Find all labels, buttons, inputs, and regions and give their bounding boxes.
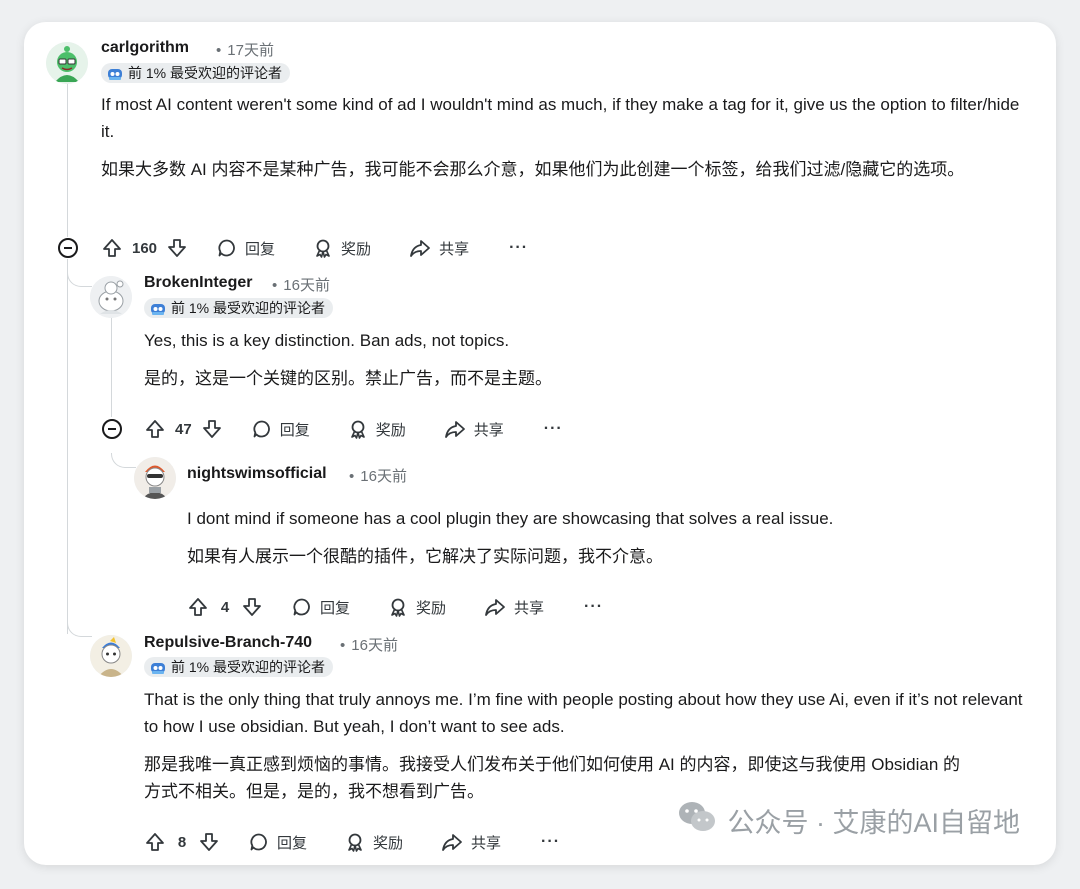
comment-body-zh: 那是我唯一真正感到烦恼的事情。我接受人们发布关于他们如何使用 AI 的内容，即使…: [144, 755, 961, 801]
comment-action-bar: 8 回复 奖励 共享 ···: [145, 828, 560, 856]
upvote-icon[interactable]: [188, 597, 208, 617]
more-options-button[interactable]: ···: [509, 239, 528, 257]
thread-connector: [67, 272, 92, 287]
comment-timestamp: • 16天前: [340, 637, 398, 654]
comment-bubble-icon: [249, 832, 269, 852]
award-ribbon-icon: [348, 419, 368, 439]
upvote-icon[interactable]: [145, 419, 165, 439]
reply-button[interactable]: 回复: [292, 597, 350, 618]
downvote-icon[interactable]: [199, 832, 219, 852]
award-ribbon-icon: [388, 597, 408, 617]
collapse-minus-icon[interactable]: [102, 419, 122, 439]
share-arrow-icon: [484, 597, 506, 617]
avatar[interactable]: [46, 42, 88, 84]
thread-connector: [111, 453, 136, 468]
reply-button[interactable]: 回复: [252, 419, 310, 440]
upvote-icon[interactable]: [102, 238, 122, 258]
comment-action-bar: 47 回复 奖励 共享 ···: [145, 415, 563, 443]
avatar[interactable]: [134, 457, 176, 499]
comment-bubble-icon: [292, 597, 312, 617]
thread-line-level2: [111, 317, 112, 417]
comment-author[interactable]: carlgorithm: [101, 39, 189, 57]
comment-author[interactable]: BrokenInteger: [144, 274, 252, 292]
comment-body-en: If most AI content weren't some kind of …: [101, 95, 1020, 141]
reply-button[interactable]: 回复: [249, 832, 307, 853]
comment-author[interactable]: Repulsive-Branch-740: [144, 634, 312, 652]
user-flair-badge: 前 1% 最受欢迎的评论者: [144, 657, 334, 677]
share-arrow-icon: [441, 832, 463, 852]
thread-line-root: [67, 82, 68, 237]
flair-badge-icon: [150, 301, 166, 315]
comment-timestamp: • 16天前: [349, 468, 407, 485]
downvote-icon[interactable]: [167, 238, 187, 258]
award-button[interactable]: 奖励: [388, 597, 446, 618]
share-arrow-icon: [444, 419, 466, 439]
comment-timestamp: • 17天前: [216, 42, 274, 59]
vote-control: 47: [145, 419, 222, 439]
comment-bubble-icon: [252, 419, 272, 439]
award-button[interactable]: 奖励: [345, 832, 403, 853]
thread-line-root-lower: [67, 259, 68, 634]
comment-action-bar: 4 回复 奖励 共享 ···: [188, 593, 603, 621]
share-button[interactable]: 共享: [444, 419, 504, 440]
comment-bubble-icon: [217, 238, 237, 258]
comment-body-zh: 如果大多数 AI 内容不是某种广告，我可能不会那么介意，如果他们为此创建一个标签…: [101, 160, 965, 179]
flair-badge-icon: [107, 66, 123, 80]
vote-control: 4: [188, 597, 262, 617]
comment-timestamp: • 16天前: [272, 277, 330, 294]
thread-connector: [67, 622, 92, 637]
downvote-icon[interactable]: [242, 597, 262, 617]
more-options-button[interactable]: ···: [541, 833, 560, 851]
watermark: 公众号 · 艾康的AI自留地: [677, 800, 1020, 841]
avatar[interactable]: [90, 635, 132, 677]
more-options-button[interactable]: ···: [544, 420, 563, 438]
share-button[interactable]: 共享: [441, 832, 501, 853]
flair-badge-icon: [150, 660, 166, 674]
comment-body-zh: 是的，这是一个关键的区别。禁止广告，而不是主题。: [144, 369, 552, 388]
vote-control: 8: [145, 832, 219, 852]
award-ribbon-icon: [345, 832, 365, 852]
share-arrow-icon: [409, 238, 431, 258]
user-flair-badge: 前 1% 最受欢迎的评论者: [144, 298, 334, 318]
comment-body-zh: 如果有人展示一个很酷的插件，它解决了实际问题，我不介意。: [187, 547, 663, 566]
comment-thread-card: carlgorithm • 17天前 前 1% 最受欢迎的评论者 If most …: [24, 22, 1056, 865]
reply-button[interactable]: 回复: [217, 238, 275, 259]
vote-count: 8: [177, 833, 187, 851]
vote-count: 160: [132, 239, 158, 257]
comment-body-en: Yes, this is a key distinction. Ban ads,…: [144, 331, 510, 350]
vote-control: 160: [102, 238, 187, 258]
wechat-logo-icon: [677, 800, 717, 841]
collapse-minus-icon[interactable]: [58, 238, 78, 258]
share-button[interactable]: 共享: [409, 238, 469, 259]
award-ribbon-icon: [313, 238, 333, 258]
vote-count: 4: [220, 598, 230, 616]
more-options-button[interactable]: ···: [584, 598, 603, 616]
comment-author[interactable]: nightswimsofficial: [187, 465, 327, 483]
user-flair-badge: 前 1% 最受欢迎的评论者: [101, 63, 291, 83]
comment-body-en: That is the only thing that truly annoys…: [144, 690, 1023, 736]
upvote-icon[interactable]: [145, 832, 165, 852]
award-button[interactable]: 奖励: [348, 419, 406, 440]
downvote-icon[interactable]: [202, 419, 222, 439]
award-button[interactable]: 奖励: [313, 238, 371, 259]
avatar[interactable]: [90, 276, 132, 318]
share-button[interactable]: 共享: [484, 597, 544, 618]
vote-count: 47: [175, 420, 192, 438]
comment-body-en: I dont mind if someone has a cool plugin…: [187, 509, 834, 528]
comment-action-bar: 160 回复 奖励 共享 ···: [102, 234, 528, 262]
